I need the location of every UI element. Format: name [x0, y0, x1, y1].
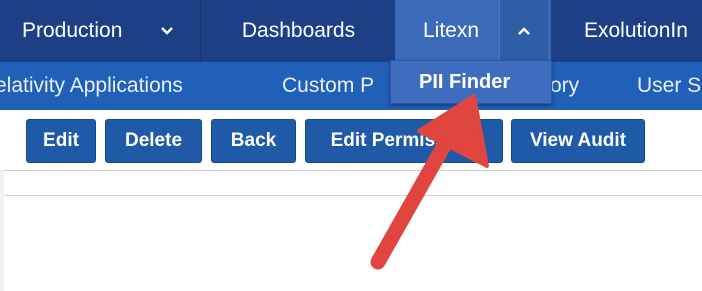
subnav-item-label: elativity Applications — [0, 74, 183, 97]
sub-navigation-bar: elativity Applications Custom P ory User… — [0, 62, 702, 110]
subnav-item-label: User S — [637, 74, 702, 97]
nav-item-label: Dashboards — [241, 19, 356, 42]
nav-item-dashboards[interactable]: Dashboards — [200, 0, 396, 62]
view-audit-button[interactable]: View Audit — [511, 119, 645, 163]
nav-item-label: ExolutionIn — [584, 19, 688, 42]
litexn-dropdown-toggle[interactable] — [499, 0, 548, 62]
content-divider — [0, 195, 702, 196]
menu-item-pii-finder[interactable]: PII Finder — [419, 61, 510, 103]
subnav-item-label: ory — [550, 74, 580, 97]
litexn-dropdown-menu: PII Finder — [390, 60, 552, 104]
nav-item-label: Litexn — [423, 19, 480, 42]
button-label: Edit Permiss s — [330, 130, 478, 151]
top-navigation-bar: Production Dashboards Litexn ExolutionIn — [0, 0, 702, 62]
edit-permissions-button[interactable]: Edit Permiss s — [305, 119, 503, 163]
content-left-edge — [0, 170, 4, 291]
nav-item-label: Production — [22, 19, 123, 42]
nav-item-production[interactable]: Production — [0, 0, 200, 62]
subnav-item-relativity-applications[interactable]: elativity Applications — [0, 62, 183, 110]
action-toolbar: Edit Delete Back Edit Permiss s View Aud… — [0, 110, 702, 171]
back-button[interactable]: Back — [211, 119, 296, 163]
edit-button[interactable]: Edit — [26, 119, 96, 163]
subnav-item-custom[interactable]: Custom P — [282, 62, 374, 110]
subnav-item-history[interactable]: ory — [550, 62, 579, 110]
nav-item-exolutionin[interactable]: ExolutionIn — [551, 0, 702, 62]
delete-button[interactable]: Delete — [105, 119, 202, 163]
menu-item-label: PII Finder — [419, 70, 511, 93]
subnav-item-user[interactable]: User S — [637, 62, 701, 110]
subnav-item-label: Custom P — [282, 74, 375, 97]
nav-item-litexn[interactable]: Litexn — [395, 0, 551, 62]
chevron-down-icon — [161, 27, 173, 35]
chevron-up-icon — [518, 27, 530, 35]
